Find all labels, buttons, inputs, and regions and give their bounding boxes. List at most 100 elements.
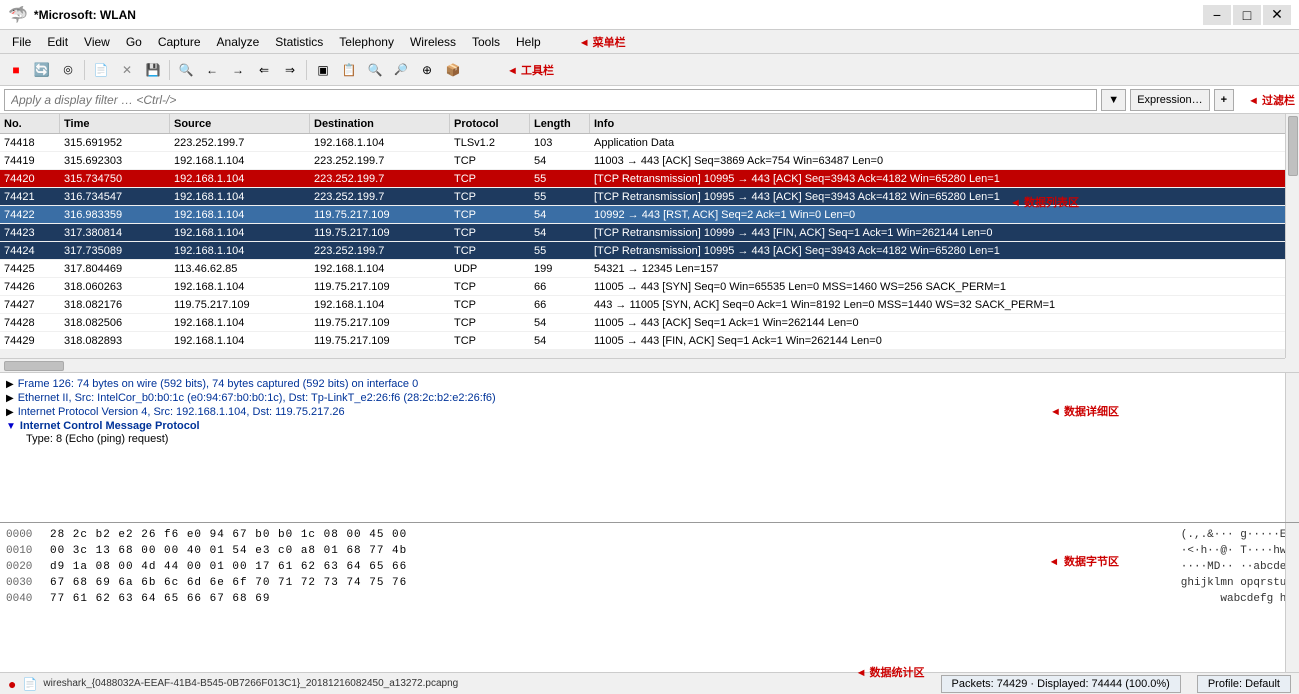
hex-ascii-2: ····MD·· ··abcdef [1181,561,1293,573]
table-row[interactable]: 74422316.983359192.168.1.104119.75.217.1… [0,206,1299,224]
profile-info: Profile: Default [1197,675,1291,693]
v-scrollbar-packets[interactable] [1285,114,1299,358]
col-time[interactable]: Time [60,114,170,133]
hex-bytes-0: 28 2c b2 e2 26 f6 e0 94 67 b0 b0 1c 08 0… [50,529,1161,541]
add-filter-button[interactable]: + [1214,89,1234,111]
save-button[interactable]: 💾 [141,58,165,82]
v-scrollbar-hex[interactable] [1285,523,1299,672]
col-protocol[interactable]: Protocol [450,114,530,133]
options-button[interactable]: ◎ [56,58,80,82]
toolbar: ■ 🔄 ◎ 📄 ✕ 💾 🔍 ← → ⇐ ⇒ ▣ 📋 🔍 🔎 ⊕ 📦 ◄ 工具栏 [0,54,1299,86]
packets-count: Packets: 74429 · Displayed: 74444 (100.0… [952,678,1170,690]
last-button[interactable]: ⇒ [278,58,302,82]
detail-item-ip[interactable]: ▶ Internet Protocol Version 4, Src: 192.… [6,405,1293,419]
close-capture-button[interactable]: ✕ [115,58,139,82]
main-content: No. Time Source Destination Protocol Len… [0,114,1299,672]
col-destination[interactable]: Destination [310,114,450,133]
menu-wireless[interactable]: Wireless [402,31,464,53]
toolbar-separator-1 [84,60,85,80]
zoom-out-button[interactable]: 🔎 [389,58,413,82]
expression-button[interactable]: Expression… [1130,89,1209,111]
expand-arrow-eth: ▶ [6,393,14,404]
hex-ascii-0: (.,.&··· g·····E· [1181,529,1293,541]
v-scroll-thumb-packets[interactable] [1288,116,1298,176]
minimize-button[interactable]: − [1203,5,1231,25]
col-info[interactable]: Info [590,114,1299,133]
hex-offset-3: 0030 [6,577,42,589]
filter-dropdown-button[interactable]: ▼ [1101,89,1126,111]
detail-icmp-type: Type: 8 (Echo (ping) request) [26,433,168,445]
autoscroll-button[interactable]: 📋 [337,58,361,82]
table-row[interactable]: 74423317.380814192.168.1.104119.75.217.1… [0,224,1299,242]
open-button[interactable]: 📄 [89,58,113,82]
detail-item-ethernet[interactable]: ▶ Ethernet II, Src: IntelCor_b0:b0:1c (e… [6,391,1293,405]
packet-list-header: No. Time Source Destination Protocol Len… [0,114,1299,134]
h-scroll-thumb[interactable] [4,361,64,371]
back-button[interactable]: ← [200,58,224,82]
table-row[interactable]: 74419315.692303192.168.1.104223.252.199.… [0,152,1299,170]
forward-button[interactable]: → [226,58,250,82]
window-title: *Microsoft: WLAN [34,8,136,22]
first-button[interactable]: ⇐ [252,58,276,82]
detail-ethernet-text: Ethernet II, Src: IntelCor_b0:b0:1c (e0:… [18,392,496,404]
v-scrollbar-detail[interactable] [1285,373,1299,522]
hex-row: 0010 00 3c 13 68 00 00 40 01 54 e3 c0 a8… [6,543,1293,559]
menu-statistics[interactable]: Statistics [267,31,331,53]
filterbar-annotation: 过滤栏 [1262,95,1295,107]
packets-stats: Packets: 74429 · Displayed: 74444 (100.0… [941,675,1181,693]
menu-help[interactable]: Help [508,31,549,53]
table-row[interactable]: 74424317.735089192.168.1.104223.252.199.… [0,242,1299,260]
menu-capture[interactable]: Capture [150,31,209,53]
status-icon-capture: ● [8,676,16,692]
hex-offset-0: 0000 [6,529,42,541]
maximize-button[interactable]: □ [1233,5,1261,25]
toolbar-separator-2 [169,60,170,80]
menu-edit[interactable]: Edit [39,31,76,53]
col-source[interactable]: Source [170,114,310,133]
filter-input[interactable] [4,89,1097,111]
table-row[interactable]: 74421316.734547192.168.1.104223.252.199.… [0,188,1299,206]
table-row[interactable]: 74420315.734750192.168.1.104223.252.199.… [0,170,1299,188]
filterbar: ▼ Expression… + ◄ 过滤栏 [0,86,1299,114]
detail-section: ▶ Frame 126: 74 bytes on wire (592 bits)… [0,373,1299,523]
hex-ascii-4: wabcdefg hi [1220,593,1293,605]
table-row[interactable]: 74427318.082176119.75.217.109192.168.1.1… [0,296,1299,314]
hex-offset-1: 0010 [6,545,42,557]
toolbar-separator-3 [306,60,307,80]
menu-file[interactable]: File [4,31,39,53]
detail-item-frame[interactable]: ▶ Frame 126: 74 bytes on wire (592 bits)… [6,377,1293,391]
hex-ascii-3: ghijklmn opqrstuv [1181,577,1293,589]
zoom-in-button[interactable]: 🔍 [363,58,387,82]
detail-ip-text: Internet Protocol Version 4, Src: 192.16… [18,406,345,418]
menu-analyze[interactable]: Analyze [209,31,268,53]
table-row[interactable]: 74426318.060263192.168.1.104119.75.217.1… [0,278,1299,296]
table-row[interactable]: 74428318.082506192.168.1.104119.75.217.1… [0,314,1299,332]
colorize-button[interactable]: ▣ [311,58,335,82]
h-scrollbar[interactable] [0,358,1285,372]
table-row[interactable]: 74418315.691952223.252.199.7192.168.1.10… [0,134,1299,152]
hex-row: 0040 77 61 62 63 64 65 66 67 68 69 wabcd… [6,591,1293,607]
col-length[interactable]: Length [530,114,590,133]
zoom-reset-button[interactable]: ⊕ [415,58,439,82]
stop-button[interactable]: ■ [4,58,28,82]
wireshark-icon: 🦈 [8,5,28,25]
menubar-annotation: 菜单栏 [593,37,626,49]
hex-row: 0000 28 2c b2 e2 26 f6 e0 94 67 b0 b0 1c… [6,527,1293,543]
menu-tools[interactable]: Tools [464,31,508,53]
table-row[interactable]: 74429318.082893192.168.1.104119.75.217.1… [0,332,1299,350]
titlebar-controls: − □ ✕ [1203,5,1291,25]
detail-item-icmp[interactable]: ▼ Internet Control Message Protocol [6,419,1293,433]
expand-arrow: ▶ [6,379,14,390]
menu-telephony[interactable]: Telephony [331,31,402,53]
col-no[interactable]: No. [0,114,60,133]
menu-go[interactable]: Go [118,31,150,53]
hex-offset-4: 0040 [6,593,42,605]
restart-button[interactable]: 🔄 [30,58,54,82]
profile-text: Profile: Default [1208,678,1280,690]
find-button[interactable]: 🔍 [174,58,198,82]
close-button[interactable]: ✕ [1263,5,1291,25]
table-row[interactable]: 74425317.804469113.46.62.85192.168.1.104… [0,260,1299,278]
menu-view[interactable]: View [76,31,118,53]
resize-columns-button[interactable]: 📦 [441,58,465,82]
hex-bytes-4: 77 61 62 63 64 65 66 67 68 69 [50,593,1200,605]
